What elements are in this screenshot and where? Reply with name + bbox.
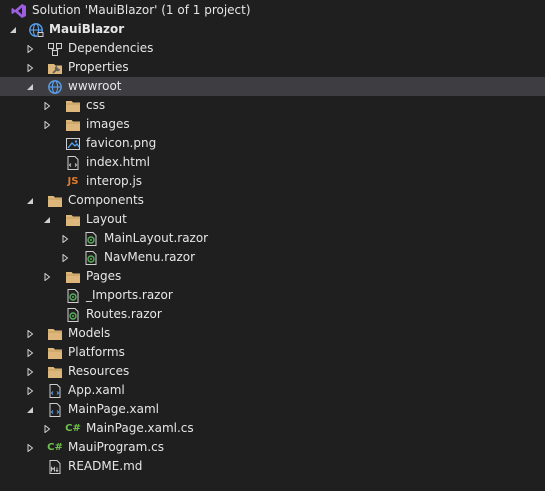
dependencies-icon — [47, 41, 63, 57]
folder-icon — [47, 364, 63, 380]
collapsed-chevron-icon[interactable] — [60, 234, 70, 244]
file-mainlayout-node[interactable]: MainLayout.razor — [0, 229, 545, 248]
file-appxaml-node[interactable]: App.xaml — [0, 381, 545, 400]
folder-pages-node[interactable]: Pages — [0, 267, 545, 286]
wwwroot-node[interactable]: wwwroot — [0, 77, 545, 96]
file-index-label: index.html — [86, 155, 150, 169]
file-mainlayout-label: MainLayout.razor — [104, 231, 209, 245]
file-mainpage-node[interactable]: MainPage.xaml — [0, 400, 545, 419]
folder-css-node[interactable]: css — [0, 96, 545, 115]
file-mainpage-cs-node[interactable]: C# MainPage.xaml.cs — [0, 419, 545, 438]
visual-studio-solution-icon — [11, 3, 27, 19]
expanded-chevron-icon[interactable] — [25, 405, 35, 415]
file-imports-node[interactable]: _Imports.razor — [0, 286, 545, 305]
folder-open-icon — [47, 193, 63, 209]
file-routes-node[interactable]: Routes.razor — [0, 305, 545, 324]
file-mainpage-cs-label: MainPage.xaml.cs — [86, 421, 194, 435]
file-interop-label: interop.js — [86, 174, 143, 188]
folder-components-label: Components — [68, 193, 144, 207]
expanded-chevron-icon[interactable] — [8, 25, 18, 35]
expanded-chevron-icon[interactable] — [25, 82, 35, 92]
html-file-icon — [65, 155, 81, 171]
properties-node[interactable]: Properties — [0, 58, 545, 77]
file-imports-label: _Imports.razor — [86, 288, 173, 302]
file-index-node[interactable]: index.html — [0, 153, 545, 172]
xaml-file-icon — [47, 383, 63, 399]
file-mauiprogram-node[interactable]: C# MauiProgram.cs — [0, 438, 545, 457]
wrench-properties-icon — [47, 60, 63, 76]
wwwroot-label: wwwroot — [68, 79, 122, 93]
collapsed-chevron-icon[interactable] — [42, 120, 52, 130]
collapsed-chevron-icon[interactable] — [25, 63, 35, 73]
collapsed-chevron-icon[interactable] — [42, 272, 52, 282]
file-readme-label: README.md — [68, 459, 143, 473]
solution-explorer-tree: Solution 'MauiBlazor' (1 of 1 project) M… — [0, 0, 545, 491]
razor-file-icon — [83, 250, 99, 266]
folder-models-label: Models — [68, 326, 111, 340]
dependencies-label: Dependencies — [68, 41, 154, 55]
folder-models-node[interactable]: Models — [0, 324, 545, 343]
globe-icon — [47, 79, 63, 95]
collapsed-chevron-icon[interactable] — [25, 367, 35, 377]
folder-open-icon — [65, 212, 81, 228]
csharp-file-icon: C# — [47, 442, 63, 453]
folder-icon — [65, 98, 81, 114]
collapsed-chevron-icon[interactable] — [25, 329, 35, 339]
folder-components-node[interactable]: Components — [0, 191, 545, 210]
xaml-file-icon — [47, 402, 63, 418]
folder-images-node[interactable]: images — [0, 115, 545, 134]
folder-css-label: css — [86, 98, 106, 112]
expanded-chevron-icon[interactable] — [42, 215, 52, 225]
expanded-chevron-icon[interactable] — [25, 196, 35, 206]
folder-images-label: images — [86, 117, 130, 131]
folder-layout-node[interactable]: Layout — [0, 210, 545, 229]
markdown-file-icon — [47, 459, 63, 475]
js-file-icon: JS — [67, 176, 79, 187]
file-navmenu-node[interactable]: NavMenu.razor — [0, 248, 545, 267]
folder-icon — [47, 326, 63, 342]
folder-icon — [65, 117, 81, 133]
file-mainpage-label: MainPage.xaml — [68, 402, 159, 416]
collapsed-chevron-icon[interactable] — [25, 386, 35, 396]
properties-label: Properties — [68, 60, 129, 74]
folder-platforms-node[interactable]: Platforms — [0, 343, 545, 362]
folder-platforms-label: Platforms — [68, 345, 125, 359]
razor-file-icon — [83, 231, 99, 247]
dependencies-node[interactable]: Dependencies — [0, 39, 545, 58]
folder-icon — [47, 345, 63, 361]
file-mauiprogram-label: MauiProgram.cs — [68, 440, 164, 454]
file-navmenu-label: NavMenu.razor — [104, 250, 196, 264]
folder-pages-label: Pages — [86, 269, 122, 283]
folder-resources-label: Resources — [68, 364, 130, 378]
file-appxaml-label: App.xaml — [68, 383, 125, 397]
file-interop-node[interactable]: JS interop.js — [0, 172, 545, 191]
file-routes-label: Routes.razor — [86, 307, 162, 321]
globe-project-icon — [28, 22, 44, 38]
file-favicon-label: favicon.png — [86, 136, 157, 150]
collapsed-chevron-icon[interactable] — [25, 44, 35, 54]
collapsed-chevron-icon[interactable] — [42, 101, 52, 111]
file-readme-node[interactable]: README.md — [0, 457, 545, 476]
project-node[interactable]: MauiBlazor — [0, 20, 545, 39]
project-label: MauiBlazor — [49, 22, 125, 36]
collapsed-chevron-icon[interactable] — [42, 424, 52, 434]
collapsed-chevron-icon[interactable] — [25, 348, 35, 358]
collapsed-chevron-icon[interactable] — [25, 443, 35, 453]
folder-resources-node[interactable]: Resources — [0, 362, 545, 381]
image-file-icon — [65, 136, 81, 152]
razor-file-icon — [65, 288, 81, 304]
csharp-file-icon: C# — [65, 423, 81, 434]
folder-layout-label: Layout — [86, 212, 127, 226]
folder-icon — [65, 269, 81, 285]
razor-file-icon — [65, 307, 81, 323]
collapsed-chevron-icon[interactable] — [60, 253, 70, 263]
solution-label: Solution 'MauiBlazor' (1 of 1 project) — [32, 3, 251, 17]
file-favicon-node[interactable]: favicon.png — [0, 134, 545, 153]
solution-node[interactable]: Solution 'MauiBlazor' (1 of 1 project) — [0, 1, 545, 20]
